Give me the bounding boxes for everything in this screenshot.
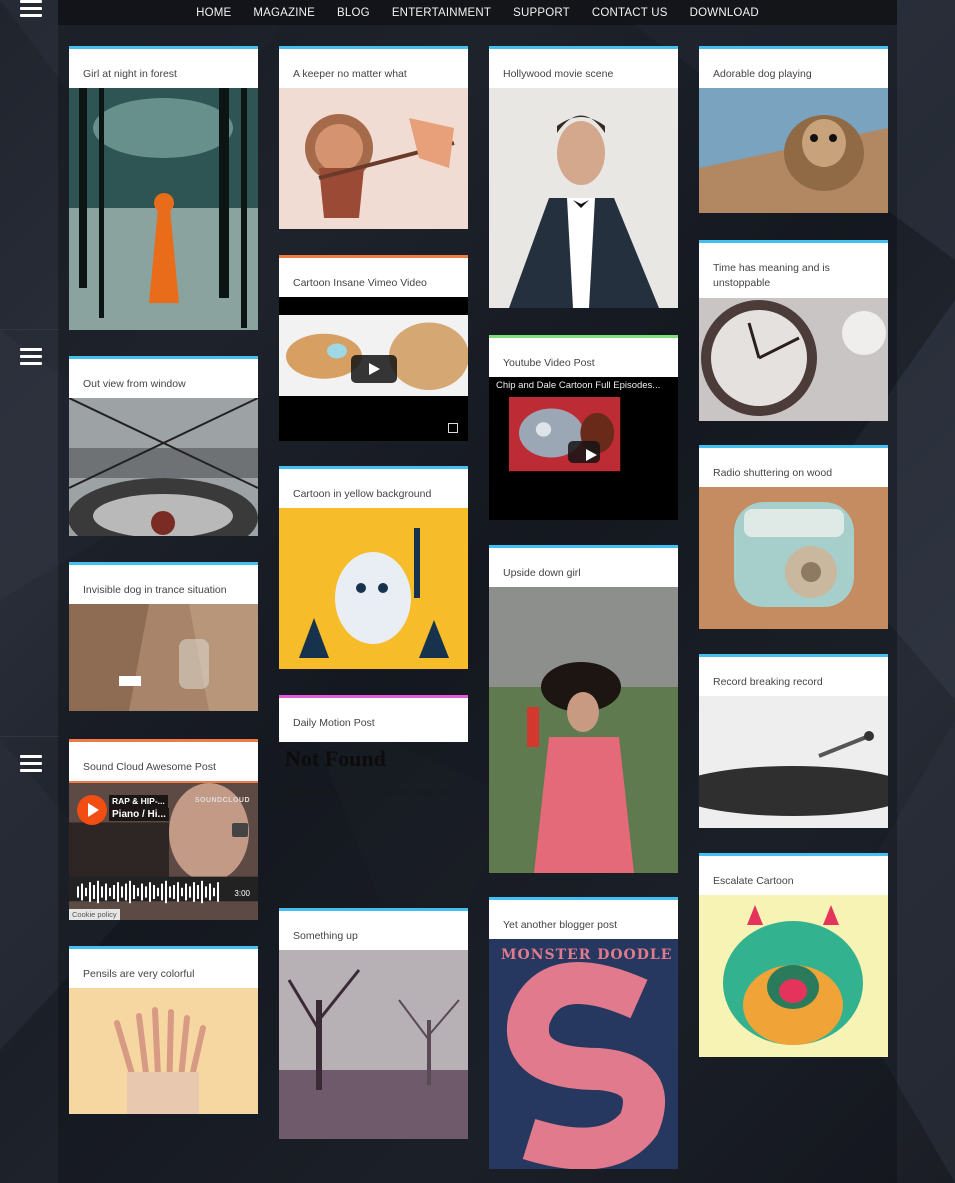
error-message: The requested URL was not found on this … bbox=[285, 786, 451, 810]
nav-magazine[interactable]: MAGAZINE bbox=[253, 7, 315, 19]
cookie-policy-link[interactable]: Cookie policy bbox=[69, 909, 120, 920]
fullscreen-icon[interactable] bbox=[448, 423, 458, 433]
daily-motion-embed: Not Found The requested URL was not foun… bbox=[278, 742, 467, 902]
post-image[interactable] bbox=[699, 696, 888, 828]
post-card[interactable]: A keeper no matter what bbox=[279, 46, 468, 229]
post-card[interactable]: Hollywood movie scene bbox=[489, 46, 678, 308]
post-title[interactable]: Upside down girl bbox=[489, 548, 678, 587]
vimeo-player[interactable] bbox=[279, 297, 468, 441]
post-title[interactable]: Girl at night in forest bbox=[69, 49, 258, 88]
post-title[interactable]: Youtube Video Post bbox=[489, 338, 678, 377]
share-icon[interactable] bbox=[232, 823, 248, 837]
post-title[interactable]: Invisible dog in trance situation bbox=[69, 565, 258, 604]
post-title[interactable]: Time has meaning and is unstoppable bbox=[699, 243, 888, 298]
soundcloud-player[interactable]: RAP & HIP-... Piano / Hi... SOUNDCLOUD 3… bbox=[69, 781, 258, 920]
left-gutter bbox=[0, 0, 60, 1183]
post-title[interactable]: Cartoon Insane Vimeo Video bbox=[279, 258, 468, 297]
post-image[interactable]: MONSTER DOODLE bbox=[489, 939, 678, 1169]
post-card[interactable]: Youtube Video Post Chip and Dale Cartoon… bbox=[489, 335, 678, 520]
post-card[interactable]: Something up bbox=[279, 908, 468, 1139]
post-card[interactable]: Pensils are very colorful bbox=[69, 946, 258, 1114]
soundcloud-genre: RAP & HIP-... bbox=[109, 795, 168, 808]
post-card[interactable]: Radio shuttering on wood bbox=[699, 445, 888, 629]
post-title[interactable]: A keeper no matter what bbox=[279, 49, 468, 88]
nav-download[interactable]: DOWNLOAD bbox=[690, 7, 759, 19]
post-image[interactable] bbox=[69, 88, 258, 330]
post-title[interactable]: Hollywood movie scene bbox=[489, 49, 678, 88]
post-card[interactable]: Cartoon in yellow background bbox=[279, 466, 468, 669]
youtube-video-title[interactable]: Chip and Dale Cartoon Full Episodes... bbox=[489, 377, 678, 397]
post-card[interactable]: Invisible dog in trance situation bbox=[69, 562, 258, 711]
post-title[interactable]: Something up bbox=[279, 911, 468, 950]
post-card[interactable]: Upside down girl bbox=[489, 545, 678, 873]
post-card[interactable]: Yet another blogger post MONSTER DOODLE bbox=[489, 897, 678, 1169]
post-image[interactable] bbox=[279, 88, 468, 229]
post-card[interactable]: Time has meaning and is unstoppable bbox=[699, 240, 888, 421]
post-image[interactable] bbox=[699, 298, 888, 421]
post-image[interactable] bbox=[699, 88, 888, 213]
post-image[interactable] bbox=[69, 604, 258, 711]
post-card[interactable]: Girl at night in forest bbox=[69, 46, 258, 330]
post-title[interactable]: Adorable dog playing bbox=[699, 49, 888, 88]
post-image[interactable] bbox=[699, 895, 888, 1057]
post-title[interactable]: Radio shuttering on wood bbox=[699, 448, 888, 487]
menu-icon[interactable] bbox=[20, 0, 42, 18]
post-title[interactable]: Yet another blogger post bbox=[489, 900, 678, 939]
post-title[interactable]: Daily Motion Post bbox=[279, 698, 468, 737]
post-image[interactable] bbox=[489, 587, 678, 873]
post-card[interactable]: Escalate Cartoon bbox=[699, 853, 888, 1057]
menu-icon[interactable] bbox=[20, 755, 42, 773]
nav-blog[interactable]: BLOG bbox=[337, 7, 370, 19]
band-divider bbox=[0, 736, 60, 737]
youtube-player[interactable]: Chip and Dale Cartoon Full Episodes... bbox=[489, 377, 678, 520]
post-image[interactable] bbox=[489, 88, 678, 308]
post-card[interactable]: Record breaking record bbox=[699, 654, 888, 828]
post-title[interactable]: Escalate Cartoon bbox=[699, 856, 888, 895]
post-title[interactable]: Sound Cloud Awesome Post bbox=[69, 742, 258, 781]
nav-contact-us[interactable]: CONTACT US bbox=[592, 7, 668, 19]
post-image[interactable] bbox=[279, 508, 468, 669]
post-title[interactable]: Out view from window bbox=[69, 359, 258, 398]
post-image[interactable] bbox=[69, 398, 258, 536]
soundcloud-logo[interactable]: SOUNDCLOUD bbox=[195, 797, 250, 804]
post-image[interactable] bbox=[69, 988, 258, 1114]
post-title[interactable]: Cartoon in yellow background bbox=[279, 469, 468, 508]
play-icon[interactable] bbox=[77, 795, 107, 825]
soundcloud-track[interactable]: Piano / Hi... bbox=[109, 808, 169, 821]
play-button[interactable] bbox=[350, 355, 397, 383]
menu-icon[interactable] bbox=[20, 348, 42, 366]
nav-entertainment[interactable]: ENTERTAINMENT bbox=[392, 7, 491, 19]
post-card[interactable]: Cartoon Insane Vimeo Video bbox=[279, 255, 468, 441]
post-title[interactable]: Pensils are very colorful bbox=[69, 949, 258, 988]
post-card[interactable]: Daily Motion Post bbox=[279, 695, 468, 742]
post-card[interactable]: Out view from window bbox=[69, 356, 258, 536]
nav-support[interactable]: SUPPORT bbox=[513, 7, 570, 19]
post-card[interactable]: Adorable dog playing bbox=[699, 46, 888, 213]
post-image[interactable] bbox=[279, 950, 468, 1139]
post-title[interactable]: Record breaking record bbox=[699, 657, 888, 696]
post-image[interactable] bbox=[699, 487, 888, 629]
monster-doodle-art-text: MONSTER DOODLE bbox=[501, 947, 673, 963]
top-navigation: HOME MAGAZINE BLOG ENTERTAINMENT SUPPORT… bbox=[58, 0, 897, 25]
waveform[interactable] bbox=[69, 878, 258, 906]
track-duration: 3:00 bbox=[232, 889, 252, 898]
error-heading: Not Found bbox=[285, 746, 386, 771]
band-divider bbox=[0, 329, 60, 330]
play-button[interactable] bbox=[567, 440, 600, 463]
post-card[interactable]: Sound Cloud Awesome Post RAP & HIP-... P… bbox=[69, 739, 258, 920]
nav-home[interactable]: HOME bbox=[196, 7, 231, 19]
